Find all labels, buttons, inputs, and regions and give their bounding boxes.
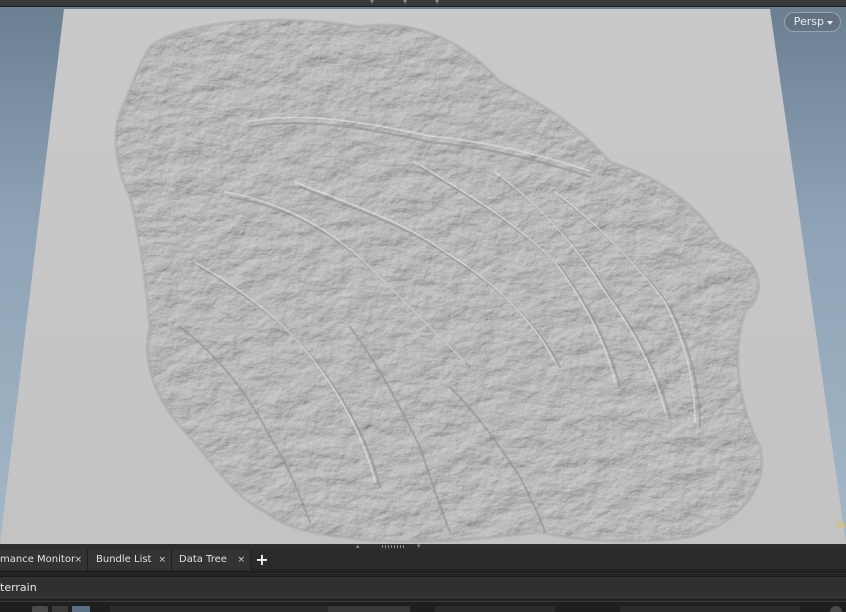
toolbar-button[interactable] <box>52 606 68 612</box>
close-icon[interactable]: × <box>237 550 245 570</box>
collapse-arrow-icon[interactable]: ▾ <box>401 0 409 6</box>
settings-icon[interactable] <box>830 606 842 612</box>
scene-viewport[interactable]: Persp In <box>0 7 846 544</box>
toolbar-button[interactable] <box>72 606 90 612</box>
collapse-arrow-icon[interactable]: ▾ <box>433 0 441 6</box>
toolbar-field[interactable] <box>620 606 800 612</box>
toolbar-field[interactable] <box>435 606 555 612</box>
close-icon[interactable]: × <box>74 550 82 570</box>
chevron-down-icon <box>827 20 833 25</box>
tab-label: Data Tree <box>179 554 227 565</box>
toolbar-button[interactable] <box>32 606 48 612</box>
toolbar-field[interactable] <box>328 606 410 612</box>
viewport-corner-label: In <box>836 520 846 531</box>
collapse-down-icon[interactable]: ▾ <box>417 542 421 550</box>
houdini-window: ▾ ▾ ▾ Persp In ▴ ▾ mance Monitor × Bundl… <box>0 0 846 612</box>
terrain-render <box>0 9 846 544</box>
bottom-toolbar <box>0 601 846 612</box>
drag-grip-icon[interactable] <box>382 545 404 548</box>
network-path-field[interactable]: terrain <box>0 576 846 598</box>
tab-bundle-list[interactable]: Bundle List × <box>88 550 172 570</box>
expand-up-icon[interactable]: ▴ <box>356 542 360 550</box>
tab-label: Bundle List <box>96 554 152 565</box>
tab-data-tree[interactable]: Data Tree × <box>172 550 251 570</box>
close-icon[interactable]: × <box>158 550 166 570</box>
camera-menu-button[interactable]: Persp <box>783 12 841 32</box>
tab-performance-monitor[interactable]: mance Monitor × <box>0 550 88 570</box>
add-tab-button[interactable]: + <box>251 550 273 570</box>
network-path-bar: terrain <box>0 571 846 601</box>
pane-tab-bar: mance Monitor × Bundle List × Data Tree … <box>0 550 846 570</box>
top-divider[interactable]: ▾ ▾ ▾ <box>0 0 846 7</box>
camera-menu-label: Persp <box>793 15 824 28</box>
tab-label: mance Monitor <box>0 554 76 565</box>
collapse-arrow-icon[interactable]: ▾ <box>368 0 376 6</box>
